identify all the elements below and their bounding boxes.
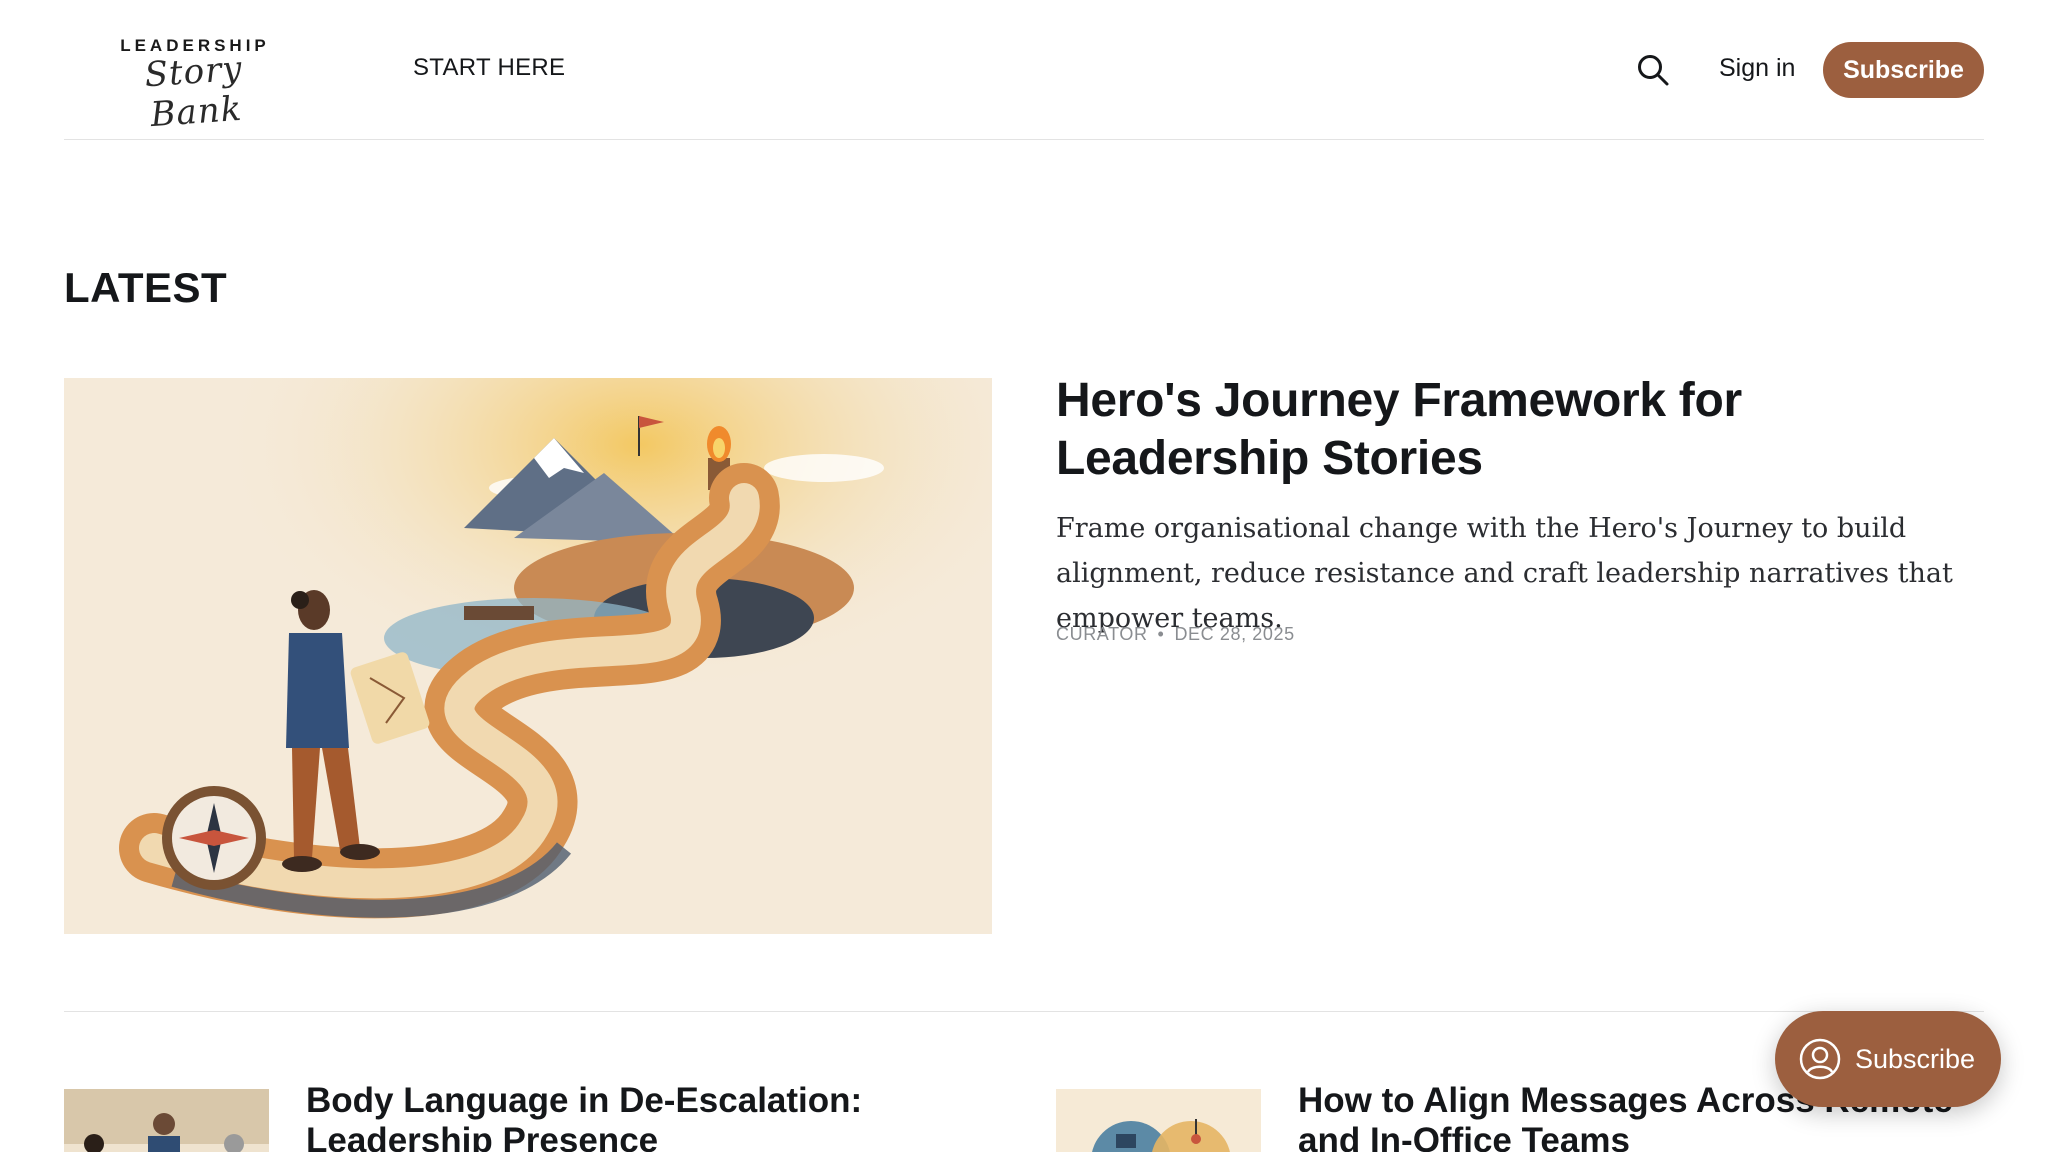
featured-post-title[interactable]: Hero's Journey Framework for Leadership … <box>1056 372 1976 488</box>
featured-post-meta: CURATOR • DEC 28, 2025 <box>1056 624 1295 645</box>
post-author[interactable]: CURATOR <box>1056 624 1148 645</box>
post-card[interactable]: Body Language in De-Escalation: Leadersh… <box>64 1081 1024 1152</box>
latest-heading: LATEST <box>64 264 228 311</box>
site-logo[interactable]: LEADERSHIP Story Bank <box>120 34 280 135</box>
featured-post-excerpt: Frame organisational change with the Her… <box>1056 513 1953 634</box>
post-date: DEC 28, 2025 <box>1174 624 1295 644</box>
logo-script-text: Story Bank <box>143 48 244 136</box>
portal-subscribe-label: Subscribe <box>1855 1043 1976 1074</box>
post-card-title[interactable]: Body Language in De-Escalation: Leadersh… <box>306 1081 1006 1152</box>
featured-post-image[interactable] <box>64 378 992 934</box>
search-icon[interactable] <box>1635 52 1671 88</box>
subscribe-button[interactable]: Subscribe <box>1823 42 1984 98</box>
sign-in-link[interactable]: Sign in <box>1719 54 1795 83</box>
section-divider <box>64 1011 1984 1012</box>
meta-separator: • <box>1157 624 1165 644</box>
nav-start-here[interactable]: START HERE <box>413 54 565 82</box>
user-circle-icon <box>1799 1038 1841 1080</box>
portal-subscribe-button[interactable]: Subscribe <box>1775 1011 2001 1107</box>
post-card-thumbnail[interactable] <box>1056 1089 1261 1152</box>
post-card-thumbnail[interactable] <box>64 1089 269 1152</box>
site-header: LEADERSHIP Story Bank START HERE Sign in… <box>64 0 1984 140</box>
